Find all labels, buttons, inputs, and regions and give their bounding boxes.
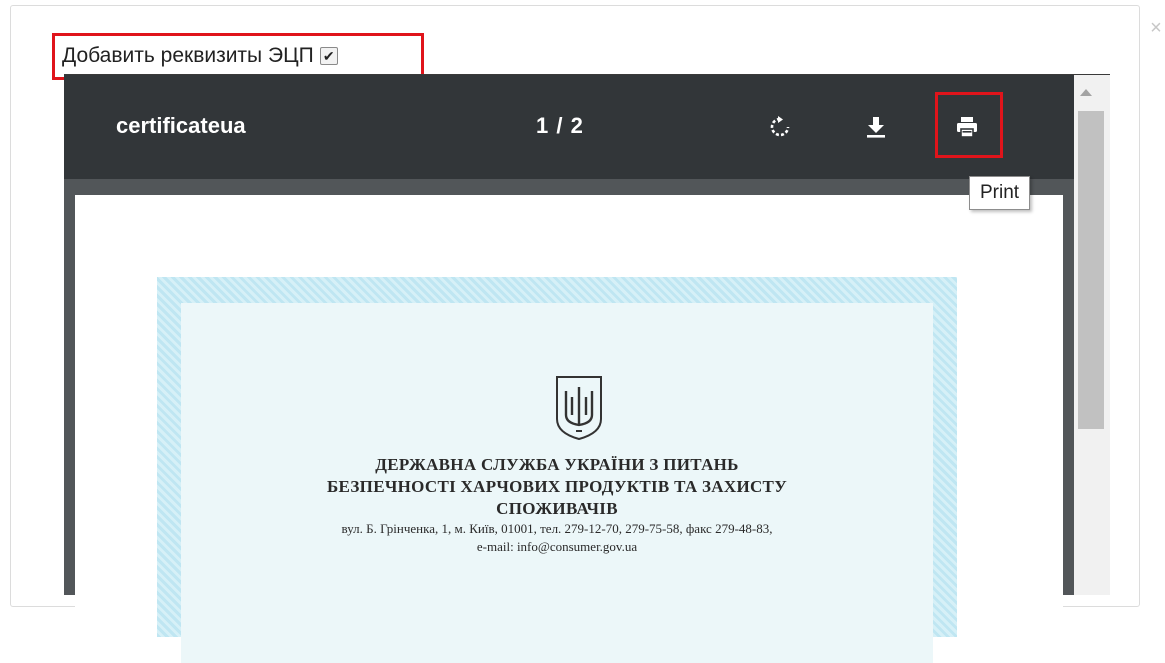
certificate-body: ДЕРЖАВНА СЛУЖБА УКРАЇНИ З ПИТАНЬ БЕЗПЕЧН… <box>181 303 933 663</box>
tryzub-icon <box>556 376 602 441</box>
pdf-page: ДЕРЖАВНА СЛУЖБА УКРАЇНИ З ПИТАНЬ БЕЗПЕЧН… <box>75 195 1063 663</box>
scroll-up-arrow-icon[interactable] <box>1080 89 1092 96</box>
highlight-box-print <box>935 92 1003 158</box>
page-counter: 1 / 2 <box>536 113 584 138</box>
pdf-toolbar: certificateua 1 / 2 <box>64 75 1074 179</box>
scrollbar-thumb[interactable] <box>1078 111 1104 429</box>
download-icon <box>867 117 885 138</box>
rotate-icon <box>770 116 790 137</box>
cert-heading-line-2: БЕЗПЕЧНОСТІ ХАРЧОВИХ ПРОДУКТІВ ТА ЗАХИСТ… <box>327 477 787 496</box>
print-tooltip: Print <box>969 176 1031 210</box>
cert-address: вул. Б. Грінченка, 1, м. Київ, 01001, те… <box>341 521 773 536</box>
document-title: certificateua <box>116 113 246 138</box>
cert-heading-line-3: СПОЖИВАЧІВ <box>496 499 618 518</box>
certificate-border: ДЕРЖАВНА СЛУЖБА УКРАЇНИ З ПИТАНЬ БЕЗПЕЧН… <box>157 277 957 663</box>
highlight-box-ecp <box>52 33 424 80</box>
close-icon[interactable]: × <box>1148 18 1164 38</box>
cert-heading-line-1: ДЕРЖАВНА СЛУЖБА УКРАЇНИ З ПИТАНЬ <box>375 455 739 474</box>
cert-email: e-mail: info@consumer.gov.ua <box>476 539 638 554</box>
download-button[interactable] <box>854 105 898 149</box>
rotate-button[interactable] <box>758 105 802 149</box>
